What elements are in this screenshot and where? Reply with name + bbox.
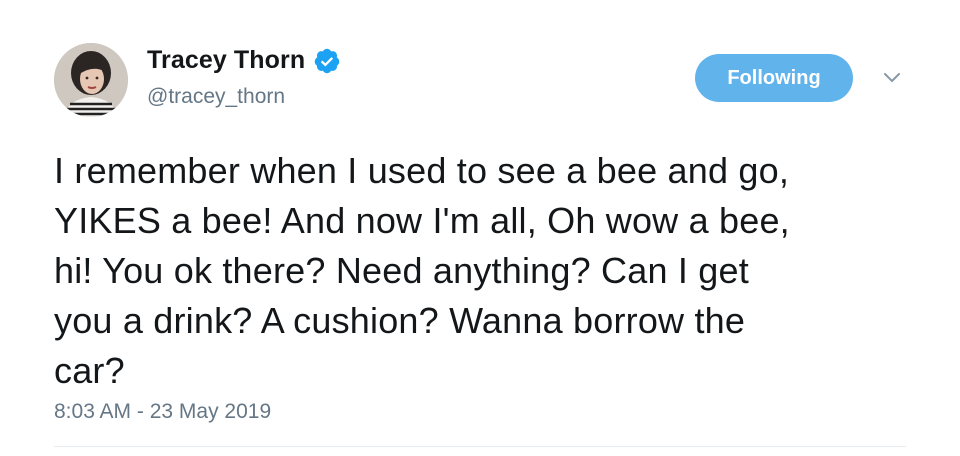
following-button[interactable]: Following: [695, 54, 853, 102]
tweet-card: Tracey Thorn @tracey_thorn Following I r…: [0, 0, 960, 456]
author-handle[interactable]: @tracey_thorn: [147, 85, 285, 109]
chevron-down-icon[interactable]: [880, 68, 904, 88]
author-display-name[interactable]: Tracey Thorn: [147, 46, 305, 75]
divider: [54, 446, 906, 447]
tweet-text: I remember when I used to see a bee and …: [54, 150, 790, 391]
tweet-timestamp[interactable]: 8:03 AM - 23 May 2019: [54, 400, 271, 424]
author-name-row: Tracey Thorn: [147, 46, 341, 75]
avatar[interactable]: [54, 43, 128, 117]
profile-photo-icon: [54, 43, 128, 117]
verified-badge-icon: [314, 48, 340, 73]
